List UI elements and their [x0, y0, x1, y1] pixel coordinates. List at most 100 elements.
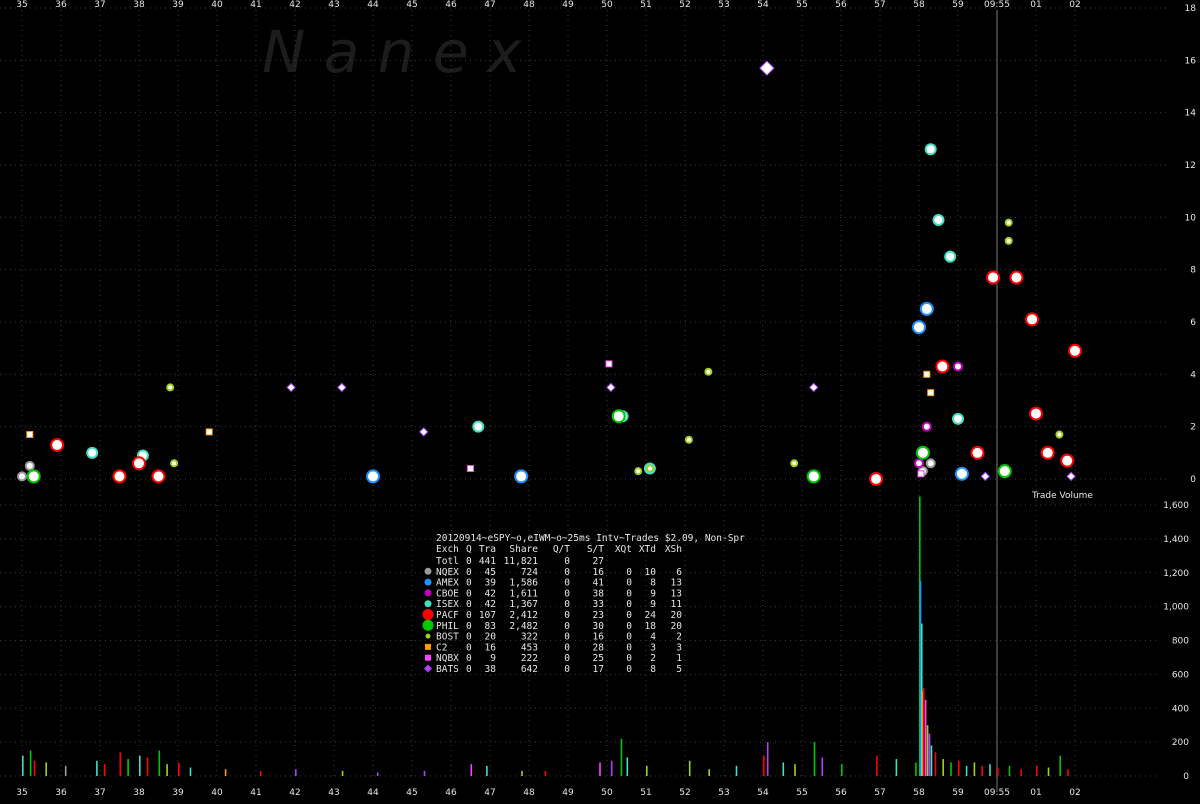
y-tick-label: 18 [1185, 4, 1197, 14]
x-tick-label-bottom: 56 [835, 788, 847, 798]
x-tick-label-bottom: 38 [133, 788, 145, 798]
table-cell: 5 [676, 664, 682, 675]
table-cell: 8 [650, 578, 656, 589]
grid [0, 7, 1170, 778]
volume-bar [942, 759, 944, 776]
volume-bar [821, 757, 824, 776]
volume-bar [934, 752, 937, 776]
volume-y-tick-label: 1,400 [1163, 535, 1189, 545]
x-tick-label-top: 55 [796, 0, 807, 10]
volume-y-tick-label: 0 [1183, 772, 1189, 782]
volume-bar [620, 738, 623, 776]
x-tick-label-bottom: 35 [16, 788, 27, 798]
trade-point-circle [1009, 270, 1024, 285]
x-tick-label-bottom: 02 [1069, 788, 1080, 798]
table-cell: 2 [676, 632, 682, 643]
legend-symbol [422, 609, 434, 620]
table-cell: 0 [564, 621, 570, 632]
trade-point-circle [645, 464, 654, 473]
volume-bar [922, 687, 925, 776]
volume-bar [295, 769, 297, 776]
volume-bar [763, 755, 765, 776]
volume-bar [924, 699, 927, 776]
table-cell: 16 [593, 567, 605, 578]
x-tick-label-top: 53 [718, 0, 729, 10]
table-header-cell: S/T [587, 544, 604, 555]
table-cell: 24 [645, 610, 657, 621]
trade-points [17, 60, 1082, 486]
table-cell: 2,482 [509, 621, 538, 632]
x-tick-label-bottom: 45 [406, 788, 417, 798]
table-cell: 0 [564, 610, 570, 621]
table-cell: PHIL [436, 621, 459, 632]
x-tick-label-bottom: 51 [640, 788, 651, 798]
legend-symbol [425, 633, 431, 639]
x-tick-label-bottom: 57 [874, 788, 885, 798]
stats-table-title: 20120914~eSPY~o,eIWM~o~25ms Intv~Trades … [436, 533, 745, 544]
x-tick-label-top: 47 [484, 0, 495, 10]
table-cell: 17 [593, 664, 604, 675]
trade-point-circle [704, 367, 713, 376]
table-cell: 0 [626, 567, 632, 578]
table-cell: 0 [626, 578, 632, 589]
trade-point-circle [151, 469, 166, 484]
trade-point-circle [944, 250, 957, 263]
trade-point-circle [86, 446, 99, 459]
legend-symbol [425, 643, 431, 650]
x-tick-label-top: 43 [328, 0, 339, 10]
trade-point-circle [790, 459, 799, 468]
table-cell: 42 [485, 599, 496, 610]
volume-bar [1067, 769, 1069, 776]
volume-bar [688, 760, 691, 776]
trade-point-circle [17, 471, 27, 482]
trade-point-circle [472, 420, 485, 433]
volume-bar [1020, 769, 1022, 776]
table-cell: 2 [650, 653, 656, 664]
x-tick-label-top: 39 [172, 0, 184, 10]
table-cell: 0 [626, 599, 632, 610]
x-tick-label-bottom: 58 [913, 788, 925, 798]
table-cell: 107 [479, 610, 496, 621]
x-tick-label-top: 09:55 [984, 0, 1010, 10]
table-header-cell: Tra [479, 544, 496, 555]
table-cell: 9 [490, 653, 496, 664]
table-cell: 441 [479, 556, 496, 567]
trade-point-circle [935, 359, 950, 374]
table-cell: 28 [593, 642, 605, 653]
trade-point-circle [634, 467, 643, 476]
x-tick-label-top: 45 [406, 0, 417, 10]
trade-point-circle [806, 469, 821, 484]
table-cell: 0 [466, 664, 472, 675]
table-cell: 2,412 [509, 610, 538, 621]
volume-y-tick-label: 600 [1172, 670, 1189, 680]
trade-point-bats [418, 427, 429, 437]
trade-point-circle [50, 437, 65, 452]
trade-point-circle [132, 456, 146, 471]
table-cell: 0 [626, 588, 632, 599]
x-tick-label-top: 49 [562, 0, 574, 10]
volume-bar [926, 725, 929, 776]
x-tick-label-bottom: 49 [562, 788, 574, 798]
volume-bar [259, 770, 262, 776]
table-cell: 27 [593, 556, 604, 567]
volume-bar [997, 767, 999, 776]
x-tick-label-bottom: 54 [757, 788, 769, 798]
trade-point-bats [606, 382, 616, 393]
table-cell: 453 [521, 642, 538, 653]
volume-bar [1036, 765, 1038, 776]
table-cell: 1,611 [509, 588, 538, 599]
table-cell: 0 [564, 599, 570, 610]
table-cell: AMEX [436, 578, 459, 589]
x-tick-label-top: 59 [952, 0, 964, 10]
x-tick-label-top: 50 [601, 0, 613, 10]
x-tick-label-bottom: 09:55 [984, 788, 1010, 798]
trade-point-square [923, 370, 931, 378]
table-cell: 16 [485, 642, 497, 653]
volume-y-tick-label: 1,000 [1163, 603, 1189, 613]
trade-point-bats [808, 382, 819, 393]
table-cell: 0 [466, 567, 472, 578]
volume-bar [646, 765, 648, 776]
x-tick-label-top: 40 [211, 0, 223, 10]
stats-table: Exch Q Tra Share Q/T S/T XQt XTd XShTotl 0 441 11,8… [422, 544, 682, 675]
table-cell: 20 [485, 632, 497, 643]
